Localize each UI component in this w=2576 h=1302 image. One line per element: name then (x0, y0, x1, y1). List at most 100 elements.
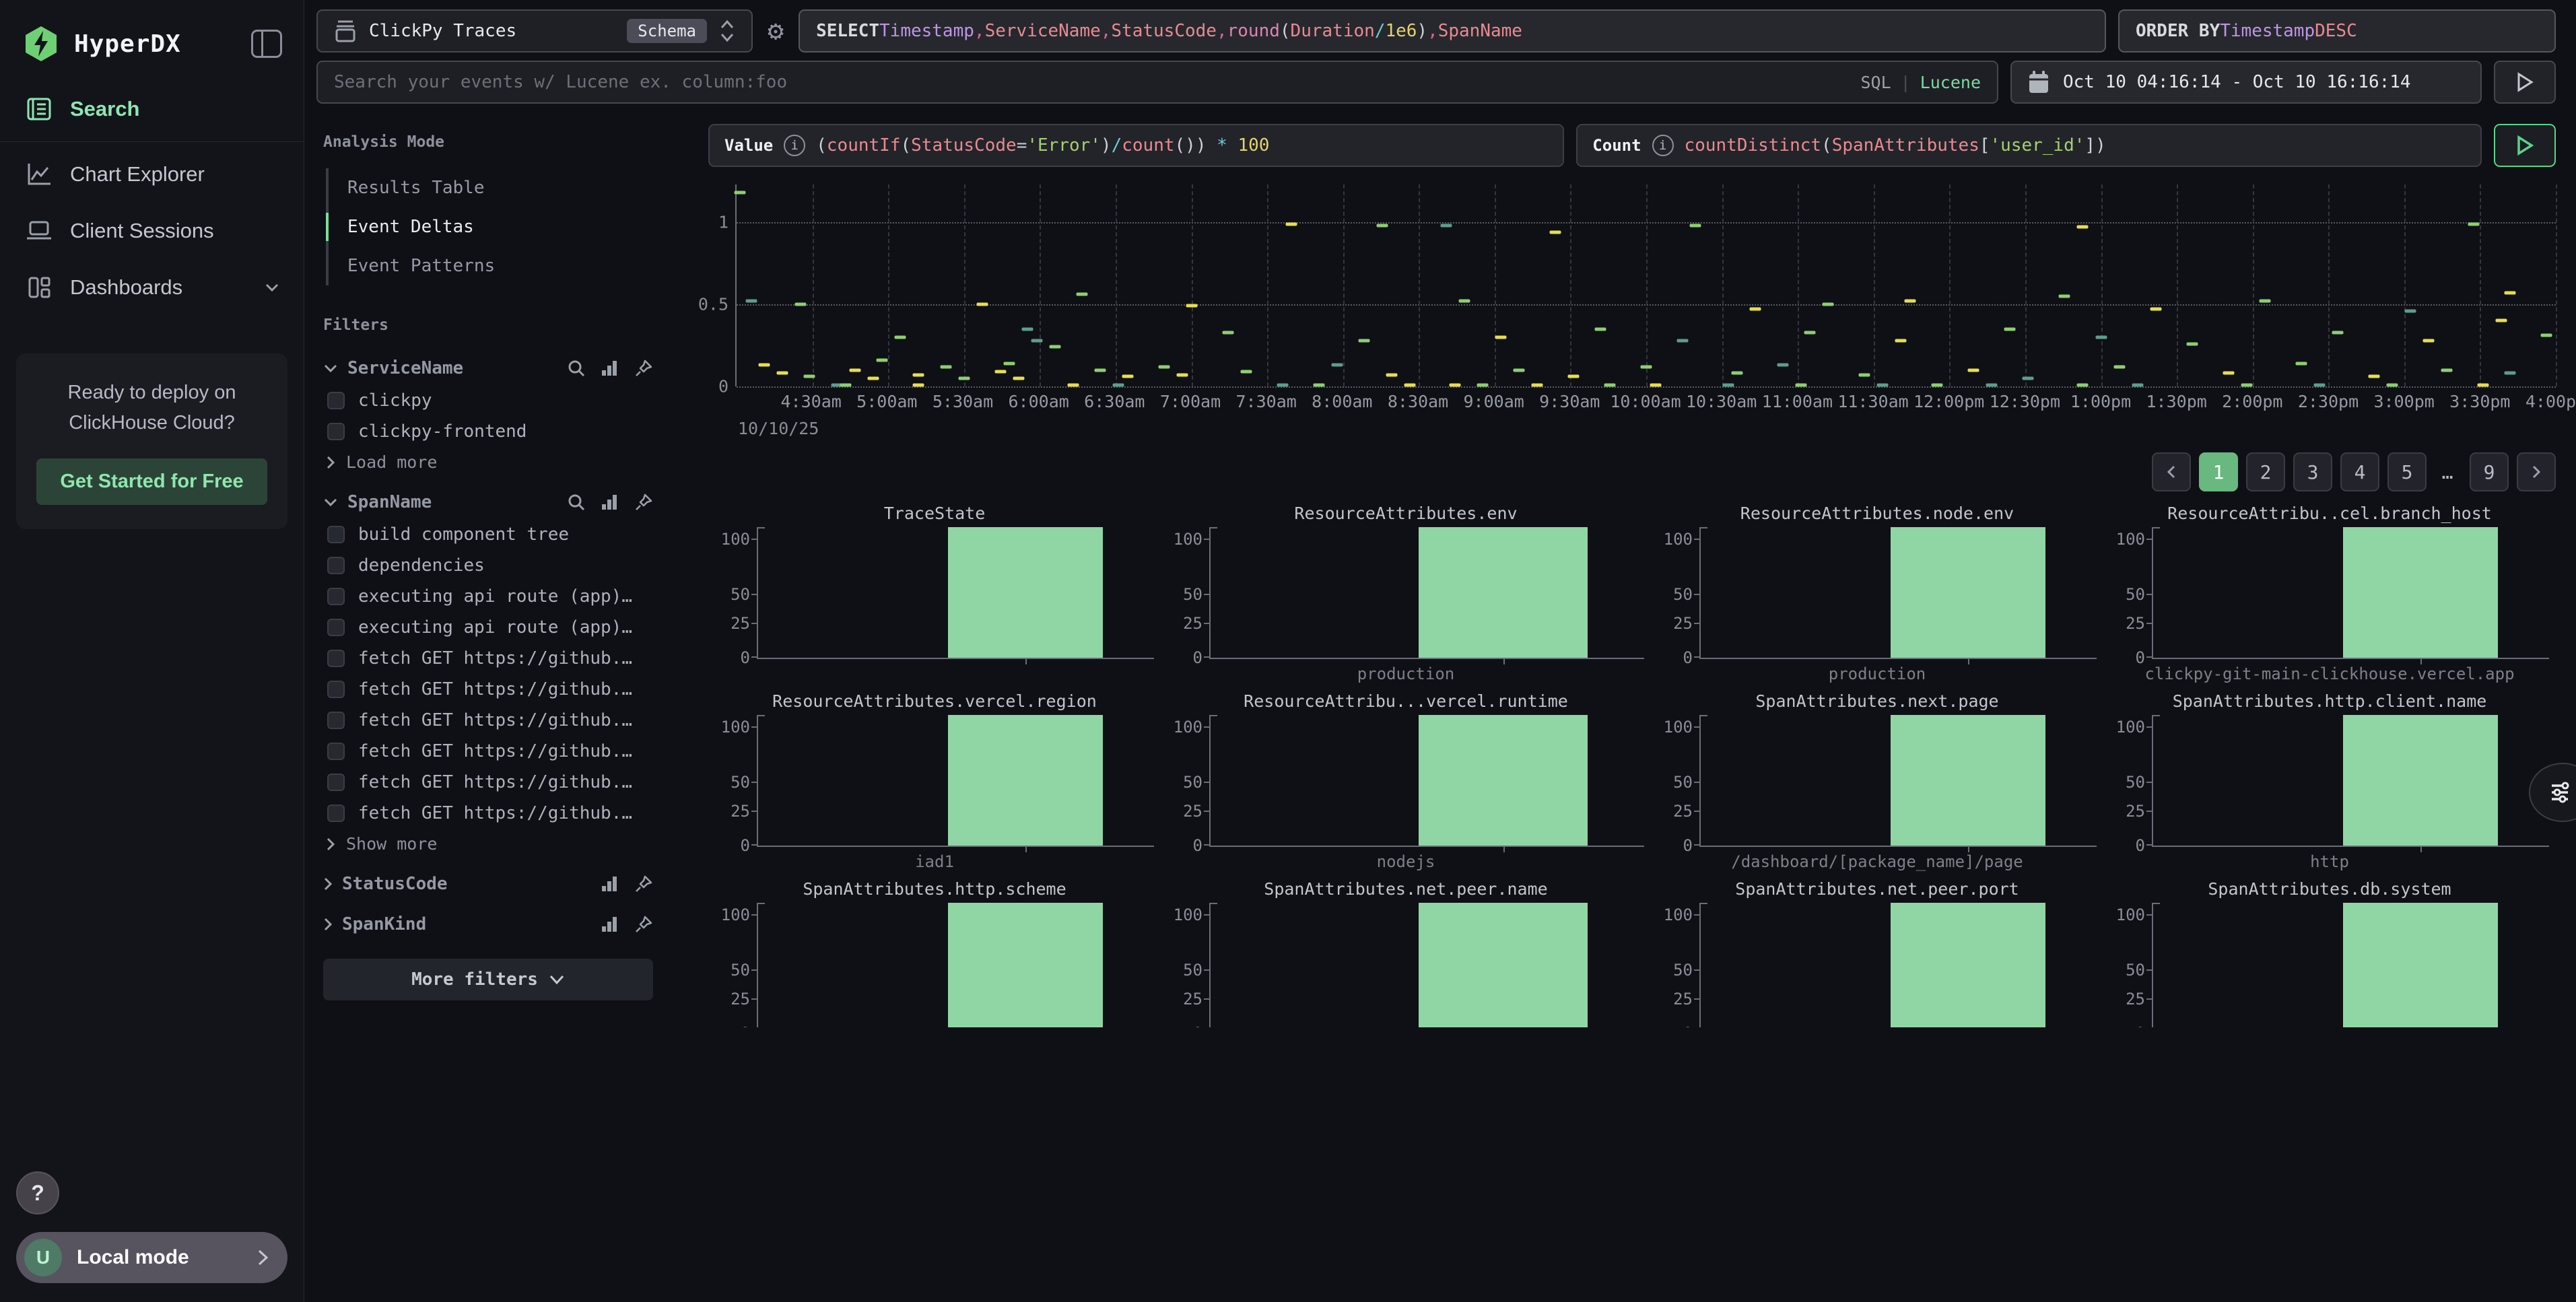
filter-checkbox-item[interactable]: dependencies (323, 550, 653, 581)
analysis-mode-event-patterns[interactable]: Event Patterns (329, 246, 653, 285)
checkbox[interactable] (327, 557, 345, 574)
play-green-icon (2515, 135, 2534, 156)
chart-icon-button[interactable] (601, 359, 619, 377)
checkbox[interactable] (327, 743, 345, 760)
x-axis-tick-label: 8:00am (1312, 392, 1372, 411)
sidebar-item-chart-explorer[interactable]: Chart Explorer (16, 146, 287, 203)
filter-group-servicename: ServiceNameclickpyclickpy-frontendLoad m… (323, 351, 653, 479)
page-next-button[interactable] (2517, 452, 2556, 491)
account-menu[interactable]: U Local mode (16, 1232, 287, 1283)
mode-lucene-toggle[interactable]: Lucene (1920, 73, 1981, 92)
source-selector[interactable]: ClickPy Traces Schema (316, 9, 753, 53)
attribute-chart-title: ResourceAttribu...vercel.runtime (1167, 691, 1644, 711)
filter-checkbox-item[interactable]: executing api route (app)… (323, 581, 653, 612)
attribute-chart-category-label: iad1 (715, 852, 1154, 872)
attribute-chart-category-label: http (2110, 852, 2549, 872)
bar-chart-icon (601, 916, 619, 933)
sidebar-item-client-sessions[interactable]: Client Sessions (16, 203, 287, 259)
sidebar-item-search[interactable]: Search (16, 81, 287, 137)
search-icon-button[interactable] (567, 493, 586, 512)
filter-show-more[interactable]: Show more (323, 829, 653, 860)
filter-group-header-statuscode[interactable]: StatusCode (323, 867, 653, 901)
filter-checkbox-item[interactable]: clickpy-frontend (323, 416, 653, 447)
filter-load-more[interactable]: Load more (323, 447, 653, 479)
analysis-mode-event-deltas[interactable]: Event Deltas (329, 207, 653, 246)
checkbox[interactable] (327, 423, 345, 440)
pin-icon-button[interactable] (634, 875, 653, 893)
chart-icon-button[interactable] (601, 875, 619, 893)
checkbox[interactable] (327, 392, 345, 409)
sidebar-collapse-icon[interactable] (251, 30, 282, 58)
data-point (2404, 309, 2416, 312)
get-started-button[interactable]: Get Started for Free (36, 458, 267, 505)
dashboard-grid-icon (27, 275, 51, 300)
filter-checkbox-item[interactable]: build component tree (323, 519, 653, 550)
page-button-9[interactable]: 9 (2470, 452, 2509, 491)
sidebar-item-dashboards[interactable]: Dashboards (16, 259, 287, 316)
checkbox[interactable] (327, 804, 345, 822)
page-button-3[interactable]: 3 (2293, 452, 2332, 491)
gridline-v (2101, 184, 2103, 386)
run-query-button[interactable] (2494, 124, 2556, 167)
data-point (1077, 293, 1088, 296)
checkbox[interactable] (327, 650, 345, 667)
checkbox[interactable] (327, 712, 345, 729)
data-point (1495, 335, 1506, 339)
search-input[interactable] (334, 72, 1847, 92)
page-button-4[interactable]: 4 (2340, 452, 2379, 491)
schema-badge[interactable]: Schema (627, 19, 707, 43)
page-button-2[interactable]: 2 (2246, 452, 2285, 491)
checkbox[interactable] (327, 774, 345, 791)
bar (1891, 527, 2045, 658)
checkbox[interactable] (327, 681, 345, 698)
chevron-right-icon (2167, 465, 2176, 479)
pin-icon-button[interactable] (634, 493, 653, 512)
filter-checkbox-item[interactable]: fetch GET https://github.… (323, 767, 653, 798)
filter-checkbox-item[interactable]: executing api route (app)… (323, 612, 653, 643)
more-filters-button[interactable]: More filters (323, 959, 653, 1000)
pin-icon (634, 875, 653, 893)
filter-checkbox-item[interactable]: fetch GET https://github.… (323, 643, 653, 674)
page-button-5[interactable]: 5 (2387, 452, 2427, 491)
filter-group-header-spanname[interactable]: SpanName (323, 485, 653, 519)
checkbox[interactable] (327, 588, 345, 605)
count-expression-input[interactable]: Count i countDistinct(SpanAttributes['us… (1576, 124, 2482, 167)
help-button[interactable]: ? (16, 1171, 59, 1214)
value-expression-input[interactable]: Value i (countIf(StatusCode='Error')/cou… (708, 124, 1564, 167)
filter-checkbox-item[interactable]: fetch GET https://github.… (323, 674, 653, 705)
filter-checkbox-item[interactable]: fetch GET https://github.… (323, 705, 653, 736)
code-token: ) (1101, 135, 1112, 156)
data-point (1286, 222, 1297, 226)
analysis-mode-title: Analysis Mode (323, 133, 653, 151)
page-button-1[interactable]: 1 (2199, 452, 2238, 491)
run-search-button[interactable] (2494, 61, 2556, 104)
y-axis-tick-label: 0 (1683, 1024, 1693, 1027)
y-axis-tick-label: 0 (1193, 1024, 1202, 1027)
page-prev-button[interactable] (2152, 452, 2191, 491)
data-point (2441, 368, 2452, 372)
x-axis-tick-label: 7:00am (1160, 392, 1221, 411)
filter-checkbox-item[interactable]: fetch GET https://github.… (323, 798, 653, 829)
pin-icon-button[interactable] (634, 915, 653, 934)
chevron-right-icon (2532, 465, 2541, 479)
select-chevrons-icon[interactable] (719, 18, 735, 44)
mode-sql-toggle[interactable]: SQL (1860, 73, 1891, 92)
date-range-picker[interactable]: Oct 10 04:16:14 - Oct 10 16:16:14 (2010, 61, 2482, 104)
filter-checkbox-item[interactable]: clickpy (323, 385, 653, 416)
pin-icon-button[interactable] (634, 359, 653, 378)
filter-group-header-spankind[interactable]: SpanKind (323, 907, 653, 941)
sidebar-nav: Search Chart ExplorerClient SessionsDashb… (16, 81, 287, 316)
analysis-mode-results-table[interactable]: Results Table (329, 168, 653, 207)
chart-icon-button[interactable] (601, 493, 619, 511)
chart-icon-button[interactable] (601, 916, 619, 933)
order-by-input[interactable]: ORDER BY Timestamp DESC (2118, 9, 2556, 53)
checkbox[interactable] (327, 526, 345, 543)
checkbox[interactable] (327, 619, 345, 636)
filter-item-label: fetch GET https://github.… (358, 803, 632, 823)
gear-icon[interactable]: ⚙ (765, 9, 786, 53)
filter-checkbox-item[interactable]: fetch GET https://github.… (323, 736, 653, 767)
filter-item-label: dependencies (358, 555, 485, 576)
filter-group-header-servicename[interactable]: ServiceName (323, 351, 653, 385)
select-query-input[interactable]: SELECT Timestamp, ServiceName, StatusCod… (799, 9, 2106, 53)
search-icon-button[interactable] (567, 359, 586, 378)
